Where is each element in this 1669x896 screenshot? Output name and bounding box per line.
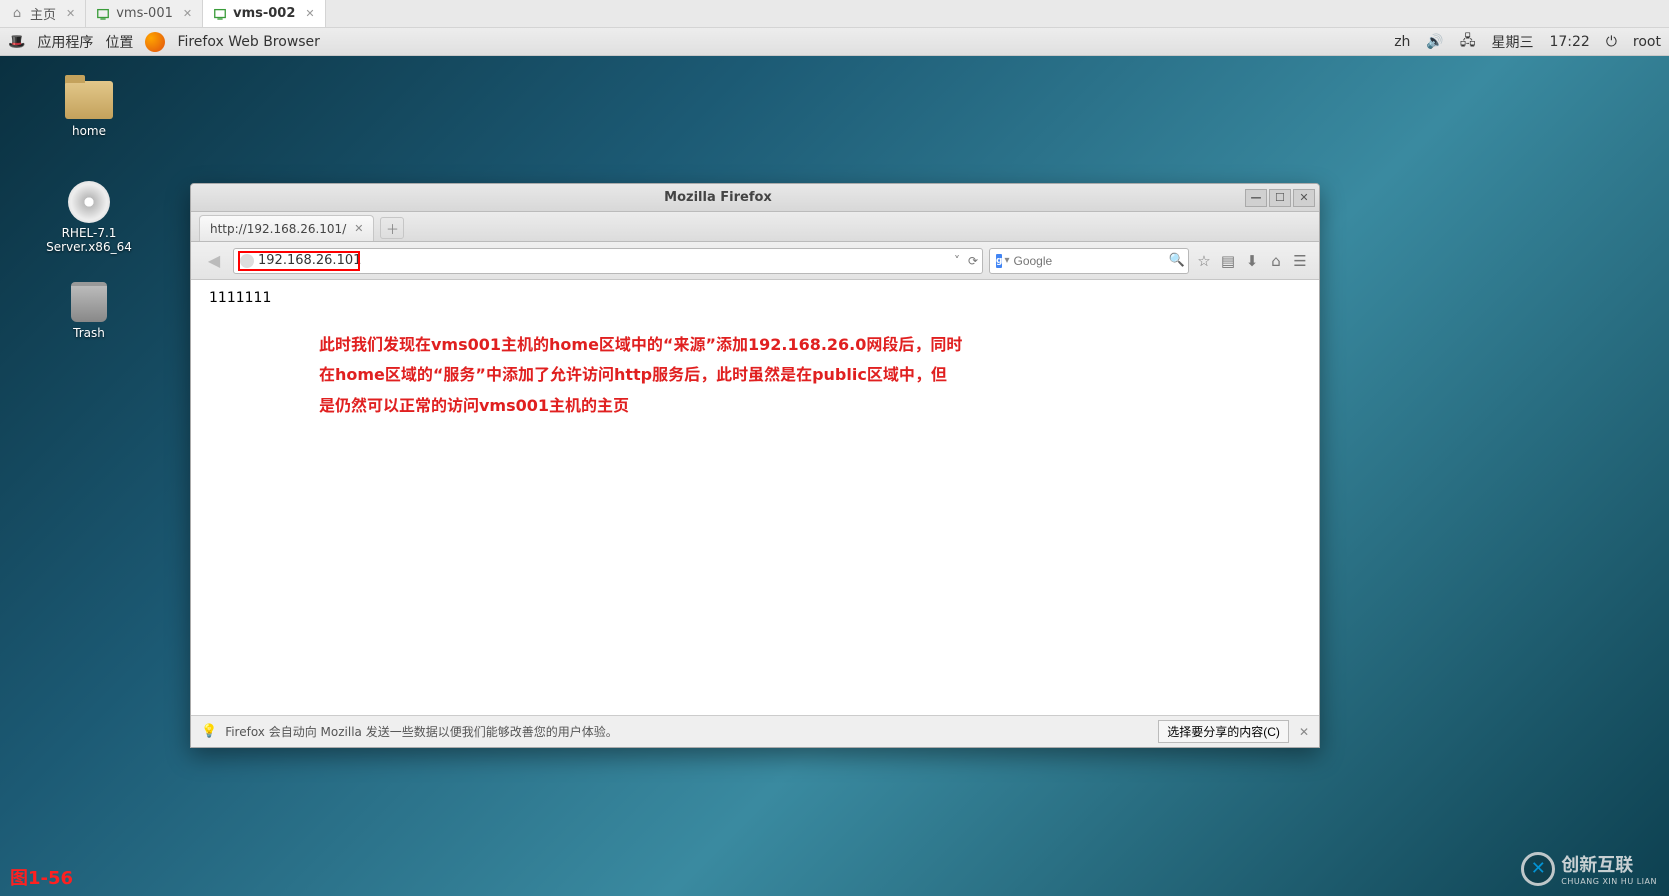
volume-icon[interactable]: 🔊 [1426, 34, 1443, 50]
page-content: 1111111 此时我们发现在vms001主机的home区域中的“来源”添加19… [191, 280, 1319, 715]
firefox-icon [145, 32, 165, 52]
annotation-text: 此时我们发现在vms001主机的home区域中的“来源”添加192.168.26… [319, 330, 999, 421]
desktop-rhel-icon[interactable]: RHEL-7.1 Server.x86_64 [44, 182, 134, 254]
google-icon: g [996, 254, 1002, 268]
firefox-titlebar[interactable]: Mozilla Firefox — ☐ ✕ [191, 184, 1319, 212]
maximize-button[interactable]: ☐ [1269, 189, 1291, 207]
network-icon[interactable]: 🖧 [1460, 30, 1476, 54]
tab-label: http://192.168.26.101/ [210, 222, 346, 236]
site-identity-icon[interactable] [240, 254, 254, 268]
firefox-window: Mozilla Firefox — ☐ ✕ http://192.168.26.… [190, 183, 1320, 748]
close-icon[interactable]: ✕ [183, 7, 192, 20]
status-message: Firefox 会自动向 Mozilla 发送一些数据以便我们能够改善您的用户体… [225, 723, 618, 740]
clock-time[interactable]: 17:22 [1549, 34, 1589, 50]
url-text: 192.168.26.101 [258, 253, 361, 268]
figure-label: 图1-56 [10, 864, 73, 890]
infobar-close-icon[interactable]: ✕ [1299, 725, 1309, 739]
close-icon[interactable]: ✕ [305, 7, 314, 20]
icon-label: RHEL-7.1 Server.x86_64 [44, 226, 134, 254]
gnome-top-panel: 🎩 应用程序 位置 Firefox Web Browser zh 🔊 🖧 星期三… [0, 28, 1669, 56]
host-tabs: ⌂ 主页 ✕ vms-001 ✕ vms-002 ✕ [0, 0, 1669, 28]
firefox-tabstrip: http://192.168.26.101/ ✕ ＋ [191, 212, 1319, 242]
watermark-zh: 创新互联 [1561, 851, 1657, 877]
menu-icon[interactable]: ☰ [1291, 252, 1309, 270]
places-menu[interactable]: 位置 [105, 32, 133, 52]
share-options-button[interactable]: 选择要分享的内容(C) [1158, 720, 1289, 743]
apps-menu[interactable]: 应用程序 [37, 32, 93, 52]
input-method[interactable]: zh [1394, 34, 1410, 50]
desktop-home-icon[interactable]: home [44, 80, 134, 138]
search-engine-dropdown-icon[interactable]: ▾ [1004, 255, 1009, 266]
annotation-line: 是仍然可以正常的访问vms001主机的主页 [319, 391, 999, 421]
back-button[interactable]: ◀ [201, 248, 227, 274]
bookmark-star-icon[interactable]: ☆ [1195, 252, 1213, 270]
host-tab-label: 主页 [30, 4, 56, 23]
search-input[interactable] [1013, 254, 1168, 268]
search-icon[interactable]: 🔍 [1168, 253, 1184, 268]
host-tab-vm2[interactable]: vms-002 ✕ [203, 0, 326, 27]
lightbulb-icon: 💡 [201, 724, 217, 739]
watermark: ✕ 创新互联 CHUANG XIN HU LIAN [1521, 851, 1657, 886]
vm-icon [213, 7, 227, 21]
user-name[interactable]: root [1633, 34, 1661, 50]
vm-icon [96, 7, 110, 21]
search-box[interactable]: g ▾ 🔍 [989, 248, 1189, 274]
home-icon[interactable]: ⌂ [1267, 252, 1285, 270]
host-tab-label: vms-001 [116, 6, 173, 21]
clock-day[interactable]: 星期三 [1491, 32, 1533, 52]
reload-icon[interactable]: ⟳ [968, 254, 978, 268]
minimize-button[interactable]: — [1245, 189, 1267, 207]
annotation-line: 在home区域的“服务”中添加了允许访问http服务后，此时虽然是在public… [319, 360, 999, 390]
new-tab-button[interactable]: ＋ [380, 217, 404, 239]
close-button[interactable]: ✕ [1293, 189, 1315, 207]
home-icon: ⌂ [10, 7, 24, 21]
host-tab-label: vms-002 [233, 6, 295, 21]
host-tab-vm1[interactable]: vms-001 ✕ [86, 0, 203, 27]
power-icon[interactable]: ⏻ [1606, 34, 1617, 50]
redhat-icon: 🎩 [8, 34, 25, 50]
desktop-trash-icon[interactable]: Trash [44, 282, 134, 340]
tab-close-icon[interactable]: ✕ [354, 222, 363, 235]
watermark-logo: ✕ [1521, 852, 1555, 886]
watermark-en: CHUANG XIN HU LIAN [1561, 877, 1657, 886]
bookmarks-list-icon[interactable]: ▤ [1219, 252, 1237, 270]
annotation-line: 此时我们发现在vms001主机的home区域中的“来源”添加192.168.26… [319, 330, 999, 360]
firefox-toolbar: ◀ 192.168.26.101 ˅ ⟳ g ▾ 🔍 ☆ ▤ ⬇ ⌂ ☰ [191, 242, 1319, 280]
page-body-text: 1111111 [209, 290, 1301, 306]
icon-label: Trash [44, 326, 134, 340]
active-app-label[interactable]: Firefox Web Browser [177, 34, 320, 50]
host-tab-home[interactable]: ⌂ 主页 ✕ [0, 0, 86, 27]
close-icon[interactable]: ✕ [66, 7, 75, 20]
window-title: Mozilla Firefox [664, 190, 772, 205]
firefox-infobar: 💡 Firefox 会自动向 Mozilla 发送一些数据以便我们能够改善您的用… [191, 715, 1319, 747]
desktop[interactable]: home RHEL-7.1 Server.x86_64 Trash Mozill… [0, 56, 1669, 896]
dropdown-icon[interactable]: ˅ [954, 254, 960, 268]
icon-label: home [44, 124, 134, 138]
url-bar[interactable]: 192.168.26.101 ˅ ⟳ [233, 248, 983, 274]
firefox-tab[interactable]: http://192.168.26.101/ ✕ [199, 215, 374, 241]
downloads-icon[interactable]: ⬇ [1243, 252, 1261, 270]
